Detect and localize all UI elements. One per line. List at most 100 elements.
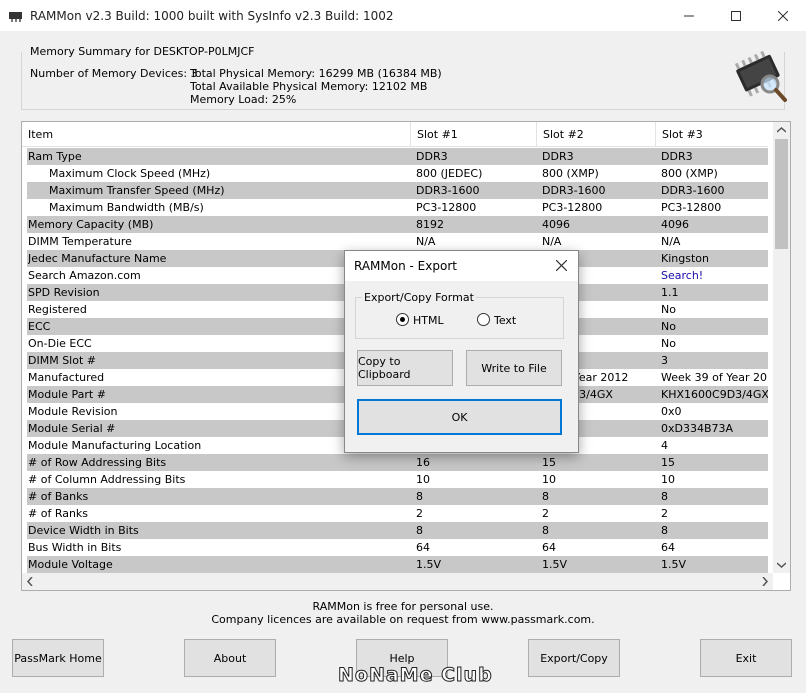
text-radio-button-icon[interactable] (477, 313, 490, 326)
column-header-item[interactable]: Item (22, 122, 411, 147)
slot3-value: No (661, 337, 676, 350)
table-row[interactable]: DIMM Temperature N/A N/A N/A (27, 233, 768, 250)
table-row[interactable]: Device Width in Bits 8 8 8 (27, 522, 768, 539)
memory-chip-magnifier-icon (734, 50, 787, 102)
column-header-slot1[interactable]: Slot #1 (411, 122, 537, 147)
maximize-button[interactable] (713, 0, 759, 31)
ok-button[interactable]: OK (357, 399, 562, 435)
total-available-memory: Total Available Physical Memory: 12102 M… (190, 80, 428, 93)
slot2-value: 64 (542, 541, 556, 554)
export-copy-button[interactable]: Export/Copy (528, 639, 620, 677)
slot3-value: DDR3 (661, 150, 693, 163)
slot2-value: 15 (542, 456, 556, 469)
exit-button[interactable]: Exit (700, 639, 792, 677)
slot3-value: 4 (661, 439, 668, 452)
dialog-title: RAMMon - Export (354, 259, 457, 273)
row-item-label: Maximum Transfer Speed (MHz) (49, 184, 225, 197)
slot2-value: PC3-12800 (542, 201, 603, 214)
slot3-value: 10 (661, 473, 675, 486)
slot2-value: N/A (542, 235, 562, 248)
dialog-title-bar: RAMMon - Export (345, 251, 578, 281)
slot2-value: DDR3 (542, 150, 574, 163)
slot2-value: 2 (542, 507, 549, 520)
slot3-value: 8 (661, 524, 668, 537)
table-row[interactable]: Maximum Bandwidth (MB/s) PC3-12800 PC3-128… (27, 199, 768, 216)
slot1-value: DDR3 (416, 150, 448, 163)
minimize-button[interactable] (666, 0, 712, 31)
scroll-left-icon[interactable] (27, 577, 33, 586)
slot1-value: 1.5V (416, 558, 442, 571)
close-icon (778, 10, 788, 21)
column-header-slot2[interactable]: Slot #2 (537, 122, 656, 147)
slot3-value: 64 (661, 541, 675, 554)
about-button[interactable]: About (184, 639, 276, 677)
table-row[interactable]: # of Ranks 2 2 2 (27, 505, 768, 522)
row-item-label: Ram Type (28, 150, 82, 163)
total-physical-memory: Total Physical Memory: 16299 MB (16384 M… (190, 67, 442, 80)
footer-license-note: RAMMon is free for personal use. (312, 600, 494, 613)
row-item-label: # of Ranks (28, 507, 89, 520)
html-radio-button-icon[interactable] (396, 313, 409, 326)
table-row[interactable]: # of Row Addressing Bits 16 15 15 (27, 454, 768, 471)
slot1-value: 8192 (416, 218, 444, 231)
slot1-value: DDR3-1600 (416, 184, 480, 197)
slot2-value: 8 (542, 524, 549, 537)
slot1-value: 2 (416, 507, 423, 520)
slot3-value: 800 (XMP) (661, 167, 718, 180)
text-radio-label: Text (494, 314, 517, 327)
slot1-value: 8 (416, 490, 423, 503)
memory-devices-count: Number of Memory Devices: 3 (30, 67, 198, 80)
dialog-close-icon[interactable] (556, 260, 567, 271)
row-item-label: Device Width in Bits (28, 524, 139, 537)
scroll-right-icon[interactable] (762, 577, 768, 586)
horizontal-scrollbar[interactable] (22, 573, 773, 590)
slot2-value: 10 (542, 473, 556, 486)
html-radio[interactable]: HTML (396, 313, 444, 327)
slot3-value: Kingston (661, 252, 709, 265)
ram-app-icon (9, 12, 22, 22)
close-button[interactable] (760, 0, 806, 31)
slot1-value: 8 (416, 524, 423, 537)
table-row[interactable]: # of Column Addressing Bits 10 10 10 (27, 471, 768, 488)
scroll-down-icon[interactable] (777, 562, 786, 568)
minimize-icon (684, 15, 694, 16)
table-row[interactable]: Ram Type DDR3 DDR3 DDR3 (27, 148, 768, 165)
row-item-label: # of Column Addressing Bits (28, 473, 186, 486)
memory-load: Memory Load: 25% (190, 93, 297, 106)
table-row[interactable]: Bus Width in Bits 64 64 64 (27, 539, 768, 556)
slot1-value: PC3-12800 (416, 201, 477, 214)
window-title: RAMMon v2.3 Build: 1000 built with SysIn… (30, 9, 394, 23)
table-row[interactable]: Maximum Transfer Speed (MHz) DDR3-1600 DDR… (27, 182, 768, 199)
write-to-file-button[interactable]: Write to File (466, 350, 562, 386)
table-row[interactable]: Maximum Clock Speed (MHz) 800 (JEDEC) 800 … (27, 165, 768, 182)
table-row[interactable]: Module Voltage 1.5V 1.5V 1.5V (27, 556, 768, 573)
slot1-value: 800 (JEDEC) (416, 167, 483, 180)
column-header-slot3[interactable]: Slot #3 (656, 122, 768, 147)
slot3-value: 8 (661, 490, 668, 503)
slot1-value: 10 (416, 473, 430, 486)
slot3-value[interactable]: Search! (661, 267, 768, 284)
passmark-home-button[interactable]: PassMark Home (12, 639, 104, 677)
row-item-label: Maximum Bandwidth (MB/s) (49, 201, 204, 214)
text-radio[interactable]: Text (477, 313, 516, 327)
memory-summary-legend: Memory Summary for DESKTOP-P0LMJCF (28, 45, 257, 58)
slot1-value: N/A (416, 235, 436, 248)
vertical-scroll-thumb[interactable] (775, 139, 788, 249)
slot3-value: DDR3-1600 (661, 184, 725, 197)
slot3-value: 4096 (661, 218, 689, 231)
vertical-scrollbar[interactable] (773, 122, 790, 573)
table-row[interactable]: Memory Capacity (MB) 8192 4096 4096 (27, 216, 768, 233)
scroll-up-icon[interactable] (777, 127, 786, 133)
slot3-value: 2 (661, 507, 668, 520)
slot3-value: No (661, 320, 676, 333)
title-bar: RAMMon v2.3 Build: 1000 built with SysIn… (0, 0, 806, 31)
watermark-text: NoNaMe Club (338, 664, 493, 687)
slot3-value: 0x0 (661, 405, 682, 418)
table-row[interactable]: # of Banks 8 8 8 (27, 488, 768, 505)
slot3-value: 15 (661, 456, 675, 469)
row-item-label: Module Voltage (28, 558, 113, 571)
row-item-label: Bus Width in Bits (28, 541, 122, 554)
slot3-value: KHX1600C9D3/4GX (661, 388, 768, 401)
copy-to-clipboard-button[interactable]: Copy to Clipboard (357, 350, 453, 386)
slot3-value: 0xD334B73A (661, 422, 734, 435)
